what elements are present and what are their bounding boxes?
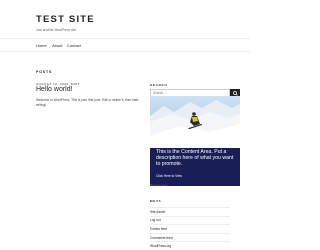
meta-list: Site Admin Log out Entries feed Comments… (150, 207, 230, 250)
promo-description: This is the Content Area. Put a descript… (156, 149, 234, 167)
post-title[interactable]: Hello world! (36, 86, 73, 93)
main-navigation: Home About Contact (0, 38, 250, 52)
promo-popup: This is the Content Area. Put a descript… (150, 96, 240, 186)
nav-home-link[interactable]: Home (36, 43, 47, 48)
site-tagline: Just another WordPress site (36, 28, 76, 32)
skier-image (150, 96, 240, 148)
meta-link-logout[interactable]: Log out (150, 215, 230, 225)
promo-cta-button[interactable]: Click Here to View (154, 172, 238, 180)
site-title[interactable]: TEST SITE (36, 14, 95, 25)
search-icon (232, 90, 238, 96)
meta-link-entries-feed[interactable]: Entries feed (150, 224, 230, 233)
posts-section-title: POSTS (36, 70, 53, 74)
meta-link-comments-feed[interactable]: Comments feed (150, 232, 230, 242)
post-excerpt: Welcome to WordPress. This is your first… (36, 98, 139, 107)
recent-posts-text: Recent posts (150, 183, 168, 187)
nav-contact-link[interactable]: Contact (67, 43, 81, 48)
meta-link-site-admin[interactable]: Site Admin (150, 207, 230, 216)
search-widget-title: SEARCH (150, 83, 168, 87)
nav-about-link[interactable]: About (52, 43, 62, 48)
meta-link-wordpress-org[interactable]: WordPress.org (150, 241, 230, 250)
meta-widget-title: META (150, 199, 162, 203)
